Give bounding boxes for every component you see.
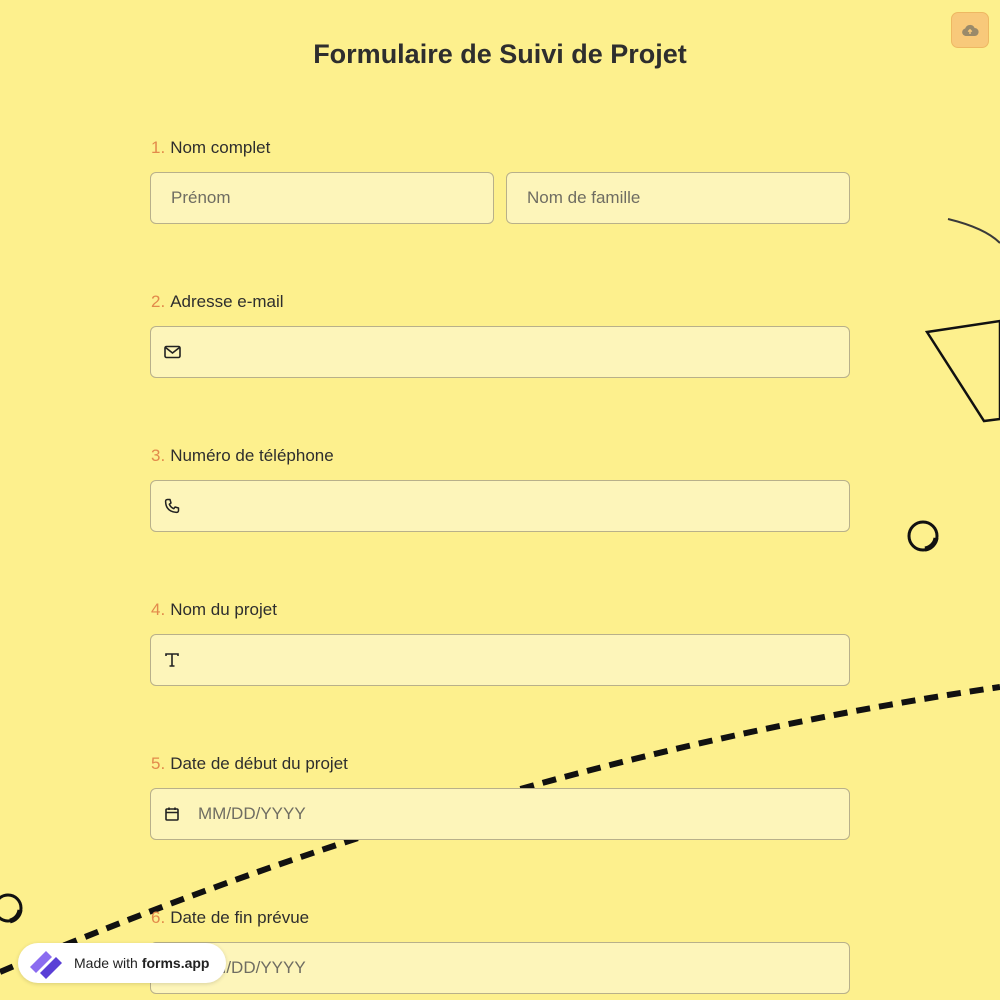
- badge-brand: forms.app: [141, 955, 210, 971]
- question-text: Nom du projet: [170, 600, 277, 619]
- question-label-phone: 3. Numéro de téléphone: [151, 446, 334, 466]
- end-date-field[interactable]: MM/DD/YYYY: [150, 942, 850, 994]
- question-label-full-name: 1. Nom complet: [151, 138, 270, 158]
- question-label-email: 2. Adresse e-mail: [151, 292, 284, 312]
- question-number: 2.: [151, 292, 166, 311]
- question-text: Date de début du projet: [170, 754, 348, 773]
- cloud-upload-icon: [962, 24, 979, 36]
- question-text: Nom complet: [170, 138, 271, 157]
- question-number: 3.: [151, 446, 166, 465]
- question-text: Adresse e-mail: [170, 292, 284, 311]
- calendar-icon: [164, 806, 180, 822]
- last-name-placeholder: Nom de famille: [527, 188, 641, 207]
- mail-icon: [164, 345, 181, 359]
- text-icon: [164, 652, 180, 668]
- question-label-project-name: 4. Nom du projet: [151, 600, 277, 620]
- question-label-end-date: 6. Date de fin prévue: [151, 908, 309, 928]
- question-text: Numéro de téléphone: [170, 446, 334, 465]
- question-number: 1.: [151, 138, 166, 157]
- email-field[interactable]: [150, 326, 850, 378]
- forms-app-logo-icon: [26, 947, 66, 979]
- project-name-field[interactable]: [150, 634, 850, 686]
- first-name-input[interactable]: Prénom: [150, 172, 494, 224]
- question-number: 4.: [151, 600, 166, 619]
- phone-field[interactable]: [150, 480, 850, 532]
- badge-prefix: Made with: [74, 955, 138, 971]
- question-label-start-date: 5. Date de début du projet: [151, 754, 348, 774]
- start-date-placeholder: MM/DD/YYYY: [198, 804, 306, 823]
- question-number: 5.: [151, 754, 166, 773]
- start-date-field[interactable]: MM/DD/YYYY: [150, 788, 850, 840]
- first-name-placeholder: Prénom: [171, 188, 231, 207]
- question-number: 6.: [151, 908, 166, 927]
- question-text: Date de fin prévue: [170, 908, 310, 927]
- made-with-badge[interactable]: Made with forms.app: [18, 943, 226, 983]
- page-title: Formulaire de Suivi de Projet: [313, 39, 687, 69]
- phone-icon: [164, 498, 180, 514]
- last-name-input[interactable]: Nom de famille: [506, 172, 850, 224]
